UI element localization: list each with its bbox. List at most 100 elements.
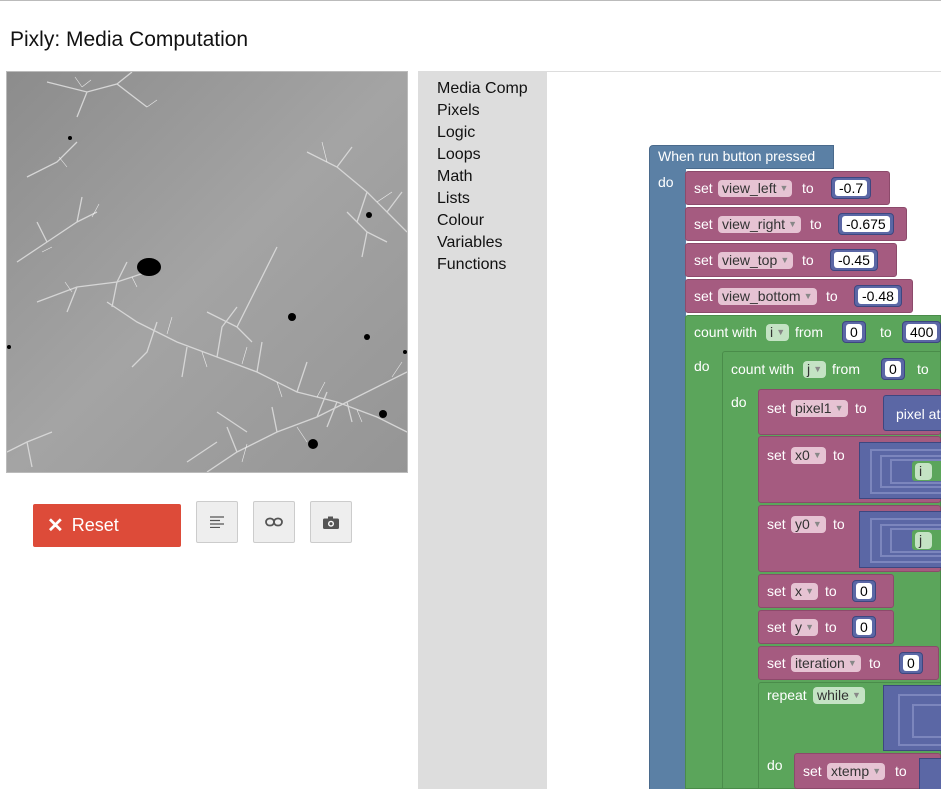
set-label: set [694,288,713,304]
set-y-block[interactable]: set y ▼ to 0 [758,610,894,644]
category-pixels[interactable]: Pixels [437,102,480,120]
set-label: set [767,655,786,671]
var-getter-i[interactable]: i [915,463,933,480]
chevron-down-icon: ▼ [779,183,789,193]
category-lists[interactable]: Lists [437,190,470,208]
category-variables[interactable]: Variables [437,234,503,252]
to-label: to [802,180,814,196]
number-field[interactable]: 0 [856,619,872,635]
event-label: When run button pressed [658,148,816,164]
math-expression-x0[interactable]: i [859,442,941,499]
number-block-view-left[interactable]: -0.7 [831,177,872,199]
set-pixel1-block[interactable]: set pixel1 ▼ to pixel at [758,389,941,435]
math-nest [912,704,941,738]
share-link-button[interactable] [253,501,295,543]
event-block-header[interactable]: When run button pressed [649,145,834,169]
set-view-left-block[interactable]: set view_left ▼ to -0.7 [685,171,890,205]
output-canvas [6,71,408,473]
number-field[interactable]: 0 [903,655,919,671]
to-label: to [825,583,837,599]
chevron-down-icon: ▼ [813,364,823,374]
var-dropdown-view-bottom[interactable]: view_bottom ▼ [718,288,817,305]
var-dropdown-view-top[interactable]: view_top ▼ [718,252,794,269]
number-field[interactable]: -0.7 [835,180,868,196]
reset-label: Reset [71,515,119,535]
var-dropdown-pixel1[interactable]: pixel1 ▼ [791,400,848,417]
chevron-down-icon: ▼ [805,622,814,632]
category-loops[interactable]: Loops [437,146,481,164]
set-label: set [694,252,713,268]
number-block-view-top[interactable]: -0.45 [830,249,878,271]
var-dropdown-view-left[interactable]: view_left ▼ [718,180,793,197]
var-name: i [919,463,923,479]
set-view-right-block[interactable]: set view_right ▼ to -0.675 [685,207,907,241]
number-field[interactable]: 0 [885,361,901,377]
while-condition-block[interactable] [883,685,941,751]
var-dropdown-j[interactable]: j ▼ [803,361,827,378]
number-block-y[interactable]: 0 [852,616,876,638]
category-functions[interactable]: Functions [437,256,506,274]
number-field[interactable]: 400 [906,324,938,340]
screenshot-button[interactable] [310,501,352,543]
var-dropdown-i[interactable]: i ▼ [766,324,790,341]
var-j-getter[interactable]: j [912,530,941,550]
var-name: i [770,324,774,340]
number-block-view-right[interactable]: -0.675 [838,213,894,235]
chevron-down-icon: ▼ [872,766,882,776]
to-label: to [826,288,838,304]
number-field[interactable]: -0.675 [842,216,890,232]
math-expression-y0[interactable]: j [859,511,941,568]
set-label: set [767,583,786,599]
number-block-i-to[interactable]: 400 [902,321,941,343]
app-title: Pixly: Media Computation [10,28,249,51]
chevron-down-icon: ▼ [780,255,790,265]
var-name: x [795,583,802,599]
set-y0-block[interactable]: set y0 ▼ to j [758,505,941,572]
block-workspace[interactable]: When run button pressed do set view_left… [547,72,941,789]
set-label: set [694,180,713,196]
number-field[interactable]: 0 [846,324,862,340]
pixel-at-block[interactable]: pixel at [883,395,941,431]
number-block-i-from[interactable]: 0 [842,321,866,343]
number-block-j-from[interactable]: 0 [881,358,905,380]
var-dropdown-xtemp[interactable]: xtemp ▼ [827,763,886,780]
block-toolbox: Media Comp Pixels Logic Loops Math Lists… [418,72,547,789]
var-dropdown-x0[interactable]: x0 ▼ [791,447,826,464]
set-x0-block[interactable]: set x0 ▼ to i [758,436,941,503]
category-colour[interactable]: Colour [437,212,484,230]
var-dropdown-x[interactable]: x ▼ [791,583,818,600]
set-x-block[interactable]: set x ▼ to 0 [758,574,894,608]
category-media-comp[interactable]: Media Comp [437,80,528,98]
chevron-down-icon: ▼ [834,403,844,413]
number-block-x[interactable]: 0 [852,580,876,602]
number-block-iteration[interactable]: 0 [899,652,923,674]
number-field[interactable]: -0.48 [858,288,898,304]
var-i-getter[interactable]: i [912,461,941,481]
reset-button[interactable]: ✕ Reset [33,504,181,547]
to-label: to [802,252,814,268]
to-label: to [855,400,867,416]
event-block-body[interactable]: do [649,168,686,789]
set-xtemp-block[interactable]: set xtemp ▼ to [794,753,941,789]
set-view-bottom-block[interactable]: set view_bottom ▼ to -0.48 [685,279,913,313]
number-field[interactable]: 0 [856,583,872,599]
var-getter-j[interactable]: j [915,532,933,549]
link-icon [265,517,283,527]
to-label: to [833,516,845,532]
category-logic[interactable]: Logic [437,124,475,142]
number-block-view-bottom[interactable]: -0.48 [854,285,902,307]
chevron-down-icon: ▼ [805,586,814,596]
var-dropdown-y[interactable]: y ▼ [791,619,818,636]
var-dropdown-view-right[interactable]: view_right ▼ [718,216,802,233]
math-expression-xtemp[interactable] [919,758,941,789]
from-label: from [795,324,823,340]
set-view-top-block[interactable]: set view_top ▼ to -0.45 [685,243,897,277]
set-iteration-block[interactable]: set iteration ▼ to 0 [758,646,939,680]
repeat-mode-dropdown[interactable]: while ▼ [813,687,865,704]
var-dropdown-y0[interactable]: y0 ▼ [791,516,826,533]
var-dropdown-iteration[interactable]: iteration ▼ [791,655,861,672]
var-name: view_right [722,216,786,232]
number-field[interactable]: -0.45 [834,252,874,268]
show-code-button[interactable] [196,501,238,543]
category-math[interactable]: Math [437,168,473,186]
